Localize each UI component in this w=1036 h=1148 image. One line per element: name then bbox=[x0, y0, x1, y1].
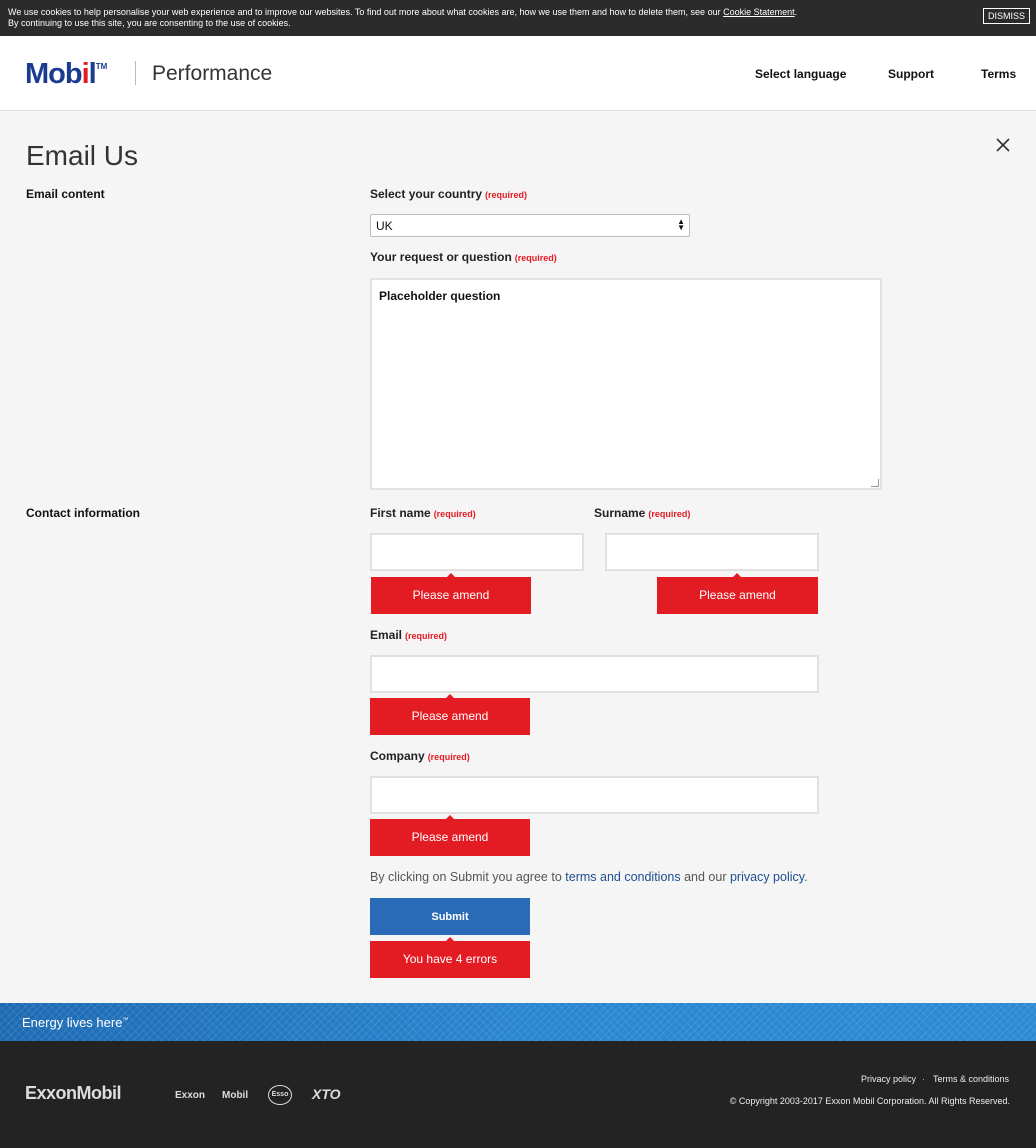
required-tag: (required) bbox=[433, 509, 476, 519]
country-select[interactable]: UK ▲ ▼ bbox=[370, 214, 690, 237]
required-tag: (required) bbox=[485, 190, 528, 200]
surname-label: Surname (required) bbox=[594, 506, 690, 520]
tagline-text: Energy lives here bbox=[22, 1015, 123, 1030]
company-error: Please amend bbox=[370, 815, 530, 856]
country-label-text: Select your country bbox=[370, 187, 483, 201]
logo-text-red: i bbox=[81, 58, 90, 90]
footer-separator: · bbox=[922, 1074, 925, 1084]
agree-mid: and our bbox=[684, 870, 727, 884]
first-name-label-text: First name bbox=[370, 506, 431, 520]
nav-select-language[interactable]: Select language bbox=[755, 67, 846, 81]
logo-subtitle: Performance bbox=[152, 62, 273, 85]
cookie-text-line2: By continuing to use this site, you are … bbox=[8, 18, 291, 28]
cookie-text-line1: We use cookies to help personalise your … bbox=[8, 7, 1028, 18]
agreement-text: By clicking on Submit you agree to terms… bbox=[370, 870, 808, 884]
energy-band: Energy lives here™ bbox=[0, 1003, 1036, 1041]
logo-divider bbox=[135, 61, 136, 85]
agree-prefix: By clicking on Submit you agree to bbox=[370, 870, 562, 884]
cookie-period: . bbox=[794, 7, 798, 17]
surname-input[interactable] bbox=[605, 533, 819, 571]
privacy-link[interactable]: privacy policy bbox=[730, 870, 804, 884]
first-name-input[interactable] bbox=[370, 533, 584, 571]
country-select-value: UK bbox=[376, 219, 393, 233]
question-textarea[interactable]: Placeholder question bbox=[370, 278, 882, 490]
agree-suffix: . bbox=[804, 870, 808, 884]
footer-privacy-link[interactable]: Privacy policy bbox=[861, 1074, 916, 1084]
email-input[interactable] bbox=[370, 655, 819, 693]
tagline-trademark: ™ bbox=[122, 1017, 129, 1024]
question-value: Placeholder question bbox=[379, 289, 501, 303]
email-content-label: Email content bbox=[26, 187, 105, 201]
email-label: Email (required) bbox=[370, 628, 447, 642]
xto-brand-logo[interactable]: XTO bbox=[312, 1086, 341, 1102]
surname-error: Please amend bbox=[657, 573, 818, 614]
required-tag: (required) bbox=[648, 509, 691, 519]
close-icon[interactable] bbox=[992, 134, 1014, 156]
company-label-text: Company bbox=[370, 749, 425, 763]
company-label: Company (required) bbox=[370, 749, 470, 763]
page-title: Email Us bbox=[26, 140, 139, 171]
esso-brand-logo[interactable]: Esso bbox=[268, 1085, 292, 1105]
first-name-error: Please amend bbox=[371, 573, 531, 614]
energy-tagline: Energy lives here™ bbox=[22, 1015, 128, 1030]
contact-info-label: Contact information bbox=[26, 506, 140, 520]
copyright-text: © Copyright 2003-2017 Exxon Mobil Corpor… bbox=[729, 1096, 1010, 1106]
mobil-brand-logo[interactable]: Mobil bbox=[222, 1090, 248, 1101]
email-error: Please amend bbox=[370, 694, 530, 735]
cookie-statement-link[interactable]: Cookie Statement bbox=[723, 7, 795, 17]
email-label-text: Email bbox=[370, 628, 403, 642]
exxon-brand-logo[interactable]: Exxon bbox=[175, 1090, 205, 1101]
mobil-logo[interactable]: MobilTM bbox=[25, 58, 107, 91]
site-header: MobilTM Performance Select language Supp… bbox=[0, 36, 1036, 111]
resize-handle-icon[interactable] bbox=[871, 479, 879, 487]
terms-link[interactable]: terms and conditions bbox=[565, 870, 680, 884]
required-tag: (required) bbox=[514, 253, 557, 263]
required-tag: (required) bbox=[405, 631, 448, 641]
surname-label-text: Surname bbox=[594, 506, 646, 520]
cookie-message: We use cookies to help personalise your … bbox=[8, 7, 721, 17]
logo-text-main: Mob bbox=[25, 58, 83, 90]
dismiss-button[interactable]: DISMISS bbox=[982, 8, 1030, 24]
logo-text-end: l bbox=[88, 58, 97, 90]
site-footer: ExxonMobil Exxon Mobil Esso XTO Privacy … bbox=[0, 1041, 1036, 1148]
submit-button[interactable]: Submit bbox=[370, 898, 530, 935]
cookie-banner: We use cookies to help personalise your … bbox=[0, 0, 1036, 36]
summary-error: You have 4 errors bbox=[370, 937, 530, 978]
question-label-text: Your request or question bbox=[370, 250, 512, 264]
exxonmobil-logo[interactable]: ExxonMobil bbox=[25, 1083, 122, 1104]
logo-trademark: TM bbox=[95, 62, 108, 71]
first-name-label: First name (required) bbox=[370, 506, 476, 520]
question-label: Your request or question (required) bbox=[370, 250, 557, 264]
country-label: Select your country (required) bbox=[370, 187, 527, 201]
select-arrows-icon: ▲ ▼ bbox=[677, 217, 685, 232]
company-input[interactable] bbox=[370, 776, 819, 814]
nav-support[interactable]: Support bbox=[888, 67, 934, 81]
nav-terms[interactable]: Terms bbox=[981, 67, 1016, 81]
required-tag: (required) bbox=[427, 752, 470, 762]
footer-terms-link[interactable]: Terms & conditions bbox=[933, 1074, 1009, 1084]
